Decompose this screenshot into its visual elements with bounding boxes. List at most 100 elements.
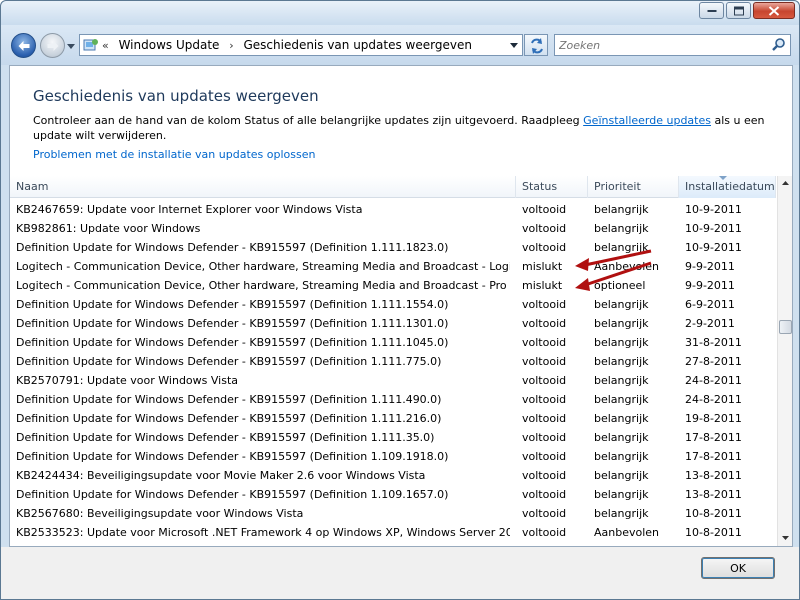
address-dropdown-button[interactable]	[504, 35, 522, 55]
breadcrumb-separator-icon[interactable]: ›	[229, 39, 233, 52]
content-pane: Geschiedenis van updates weergeven Contr…	[9, 65, 793, 547]
column-header-priority[interactable]: Prioriteit	[588, 176, 679, 198]
update-row[interactable]: KB982861: Update voor Windows voltooid bel…	[10, 219, 776, 238]
column-header-status[interactable]: Status	[516, 176, 588, 198]
update-priority: Aanbevolen	[594, 526, 660, 539]
update-date: 17-8-2011	[685, 431, 742, 444]
update-row[interactable]: Definition Update for Windows Defender -…	[10, 333, 776, 352]
column-header-date[interactable]: Installatiedatum	[679, 176, 776, 198]
update-name: Definition Update for Windows Defender -…	[16, 488, 449, 501]
update-priority: belangrijk	[594, 488, 649, 501]
update-status: mislukt	[522, 260, 563, 273]
update-status: voltooid	[522, 488, 567, 501]
description-text: Controleer aan de hand van de kolom Stat…	[33, 114, 584, 127]
update-priority: belangrijk	[594, 469, 649, 482]
update-status: voltooid	[522, 412, 567, 425]
update-name: KB2567680: Beveiligingsupdate voor Windo…	[16, 507, 304, 520]
update-row[interactable]: KB2424434: Beveiligingsupdate voor Movie…	[10, 466, 776, 485]
update-name: Definition Update for Windows Defender -…	[16, 317, 449, 330]
update-date: 6-9-2011	[685, 298, 735, 311]
title-bar[interactable]	[1, 1, 799, 25]
dialog-footer: OK	[1, 547, 799, 599]
minimize-button[interactable]	[699, 2, 724, 19]
update-date: 10-8-2011	[685, 526, 742, 539]
close-button[interactable]	[753, 2, 795, 19]
update-priority: Aanbevolen	[594, 260, 660, 273]
forward-button[interactable]	[40, 33, 65, 58]
page-description: Controleer aan de hand van de kolom Stat…	[33, 113, 773, 143]
page-title: Geschiedenis van updates weergeven	[33, 87, 319, 105]
update-priority: belangrijk	[594, 317, 649, 330]
update-name: Definition Update for Windows Defender -…	[16, 431, 435, 444]
column-header-name[interactable]: Naam	[10, 176, 516, 198]
update-priority: belangrijk	[594, 374, 649, 387]
breadcrumb-item-update-history[interactable]: Geschiedenis van updates weergeven	[243, 38, 471, 52]
update-name: KB2424434: Beveiligingsupdate voor Movie…	[16, 469, 426, 482]
update-row[interactable]: Definition Update for Windows Defender -…	[10, 238, 776, 257]
update-name: Logitech - Communication Device, Other h…	[16, 279, 510, 292]
breadcrumb-item-windows-update[interactable]: Windows Update	[119, 38, 220, 52]
update-status: voltooid	[522, 393, 567, 406]
address-bar[interactable]: « Windows Update › Geschiedenis van upda…	[79, 34, 523, 56]
update-priority: belangrijk	[594, 355, 649, 368]
forward-arrow-icon	[47, 40, 58, 51]
list-header: Naam Status Prioriteit Installatiedatum	[10, 176, 776, 198]
update-row[interactable]: Definition Update for Windows Defender -…	[10, 447, 776, 466]
scroll-down-button[interactable]	[778, 531, 793, 546]
vertical-scrollbar[interactable]	[777, 176, 792, 546]
update-name: Definition Update for Windows Defender -…	[16, 355, 442, 368]
update-row[interactable]: KB2567680: Beveiligingsupdate voor Windo…	[10, 504, 776, 523]
update-row[interactable]: KB2533523: Update voor Microsoft .NET Fr…	[10, 523, 776, 542]
column-header-date-label: Installatiedatum	[685, 180, 775, 193]
scroll-up-icon	[782, 181, 789, 185]
sort-descending-icon	[719, 176, 727, 180]
maximize-icon	[733, 6, 744, 15]
chevron-down-icon	[510, 43, 518, 48]
installed-updates-link[interactable]: Geïnstalleerde updates	[583, 114, 711, 127]
update-row[interactable]: Definition Update for Windows Defender -…	[10, 409, 776, 428]
update-priority: belangrijk	[594, 393, 649, 406]
search-box[interactable]	[554, 34, 791, 56]
window: « Windows Update › Geschiedenis van upda…	[0, 0, 800, 600]
breadcrumb: « Windows Update › Geschiedenis van upda…	[102, 38, 472, 52]
update-date: 9-9-2011	[685, 279, 735, 292]
update-date: 10-8-2011	[685, 507, 742, 520]
update-row[interactable]: Logitech - Communication Device, Other h…	[10, 276, 776, 295]
update-status: voltooid	[522, 431, 567, 444]
update-date: 24-8-2011	[685, 393, 742, 406]
update-date: 2-9-2011	[685, 317, 735, 330]
close-icon	[768, 5, 780, 16]
update-row[interactable]: Definition Update for Windows Defender -…	[10, 352, 776, 371]
search-icon[interactable]	[772, 38, 786, 52]
refresh-button[interactable]	[524, 34, 548, 56]
update-name: Definition Update for Windows Defender -…	[16, 393, 442, 406]
update-name: Logitech - Communication Device, Other h…	[16, 260, 510, 273]
update-name: Definition Update for Windows Defender -…	[16, 336, 449, 349]
update-row[interactable]: KB2467659: Update voor Internet Explorer…	[10, 200, 776, 219]
update-row[interactable]: Definition Update for Windows Defender -…	[10, 428, 776, 447]
update-name: KB2533523: Update voor Microsoft .NET Fr…	[16, 526, 510, 539]
scrollbar-thumb[interactable]	[779, 320, 792, 334]
search-input[interactable]	[559, 37, 759, 53]
troubleshoot-link[interactable]: Problemen met de installatie van updates…	[33, 148, 315, 161]
recent-pages-chevron-down-icon[interactable]	[67, 44, 75, 50]
update-row[interactable]: Definition Update for Windows Defender -…	[10, 295, 776, 314]
update-date: 10-9-2011	[685, 203, 742, 216]
update-row[interactable]: Definition Update for Windows Defender -…	[10, 485, 776, 504]
update-name: Definition Update for Windows Defender -…	[16, 450, 449, 463]
breadcrumb-overflow[interactable]: «	[102, 39, 109, 52]
maximize-button[interactable]	[726, 2, 751, 19]
scroll-up-button[interactable]	[778, 176, 793, 191]
ok-button[interactable]: OK	[701, 557, 775, 579]
update-row[interactable]: KB2570791: Update voor Windows Vista volt…	[10, 371, 776, 390]
update-row[interactable]: Definition Update for Windows Defender -…	[10, 390, 776, 409]
update-history-list: Naam Status Prioriteit Installatiedatum …	[10, 176, 792, 546]
back-button[interactable]	[11, 33, 36, 58]
update-row[interactable]: Logitech - Communication Device, Other h…	[10, 257, 776, 276]
update-row[interactable]: Definition Update for Windows Defender -…	[10, 314, 776, 333]
update-date: 13-8-2011	[685, 488, 742, 501]
back-arrow-icon	[18, 40, 29, 51]
update-status: voltooid	[522, 336, 567, 349]
update-status: voltooid	[522, 317, 567, 330]
update-status: voltooid	[522, 222, 567, 235]
